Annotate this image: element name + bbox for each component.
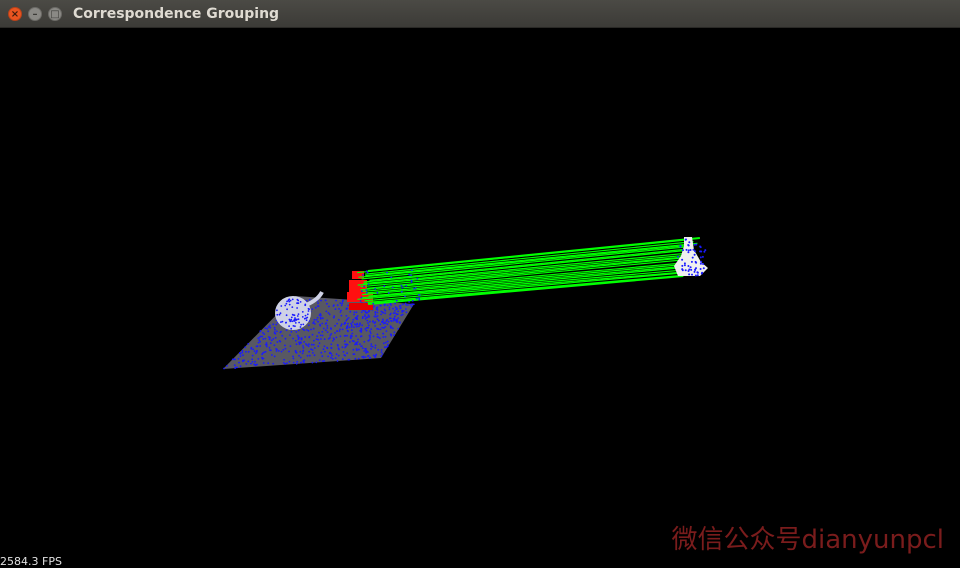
watermark-text: 微信公众号dianyunpcl <box>671 525 944 555</box>
point-cloud-scene[interactable] <box>0 28 960 568</box>
title-bar[interactable]: × – □ Correspondence Grouping <box>0 0 960 28</box>
maximize-icon[interactable]: □ <box>48 7 62 21</box>
window-title: Correspondence Grouping <box>73 6 280 22</box>
minimize-icon[interactable]: – <box>28 7 42 21</box>
correspondence-lines <box>357 237 701 305</box>
close-icon[interactable]: × <box>8 7 22 21</box>
pcl-viewer-canvas[interactable]: 微信公众号dianyunpcl 2584.3 FPS <box>0 28 960 568</box>
application-window: × – □ Correspondence Grouping 微信公众号diany… <box>0 0 960 568</box>
fps-counter: 2584.3 FPS <box>0 555 62 568</box>
